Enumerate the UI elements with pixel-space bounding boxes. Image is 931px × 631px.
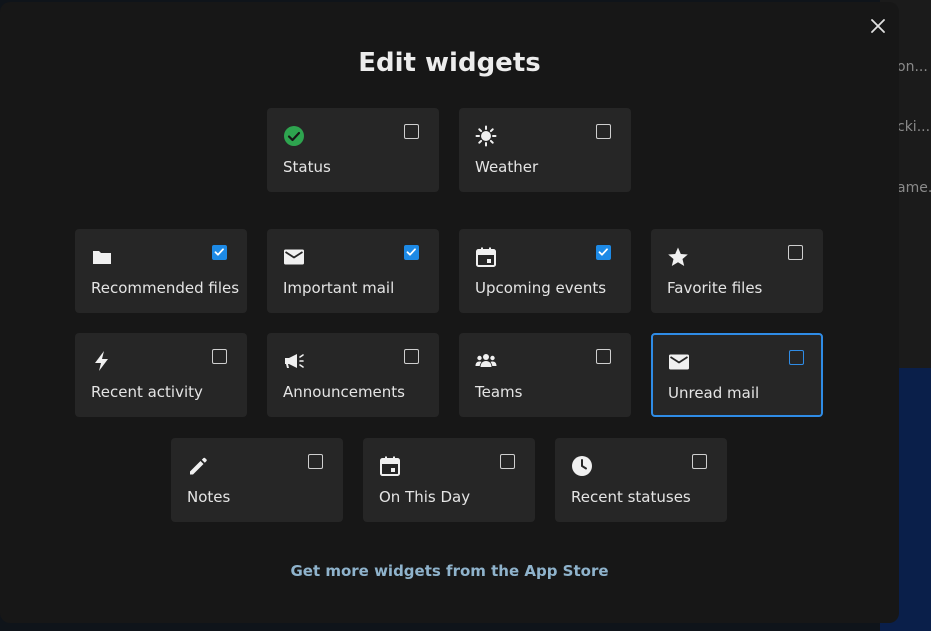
widget-checkbox-recent-activity[interactable] bbox=[212, 349, 227, 364]
widget-card-announcements[interactable]: Announcements bbox=[267, 333, 439, 417]
widget-checkbox-unread-mail[interactable] bbox=[789, 350, 804, 365]
widget-label: Teams bbox=[475, 383, 523, 401]
sun-icon bbox=[475, 125, 497, 147]
megaphone-icon bbox=[283, 350, 305, 372]
widget-label: Status bbox=[283, 158, 331, 176]
widget-checkbox-teams[interactable] bbox=[596, 349, 611, 364]
widget-card-weather[interactable]: Weather bbox=[459, 108, 631, 192]
people-icon bbox=[475, 350, 497, 372]
widget-card-teams[interactable]: Teams bbox=[459, 333, 631, 417]
widget-card-recent-statuses[interactable]: Recent statuses bbox=[555, 438, 727, 522]
calendar-icon bbox=[379, 455, 401, 477]
folder-icon bbox=[91, 246, 113, 268]
widget-label: Notes bbox=[187, 488, 231, 506]
widget-card-recommended-files[interactable]: Recommended files bbox=[75, 229, 247, 313]
mail-icon bbox=[283, 246, 305, 268]
modal-title: Edit widgets bbox=[358, 48, 541, 78]
widget-card-notes[interactable]: Notes bbox=[171, 438, 343, 522]
widget-card-important-mail[interactable]: Important mail bbox=[267, 229, 439, 313]
widget-label: On This Day bbox=[379, 488, 471, 506]
widget-label: Unread mail bbox=[668, 384, 760, 402]
widget-checkbox-announcements[interactable] bbox=[404, 349, 419, 364]
widget-card-status[interactable]: Status bbox=[267, 108, 439, 192]
app-store-link[interactable]: Get more widgets from the App Store bbox=[0, 562, 899, 580]
widget-card-on-this-day[interactable]: On This Day bbox=[363, 438, 535, 522]
checkmark-icon bbox=[598, 248, 608, 256]
widget-card-unread-mail[interactable]: Unread mail bbox=[651, 333, 823, 417]
widget-checkbox-recommended-files[interactable] bbox=[212, 245, 227, 260]
widget-label: Recent activity bbox=[91, 383, 203, 401]
background-text-2: cki... bbox=[897, 119, 931, 135]
widget-checkbox-upcoming-events[interactable] bbox=[596, 245, 611, 260]
widget-checkbox-recent-statuses[interactable] bbox=[692, 454, 707, 469]
star-icon bbox=[667, 246, 689, 268]
widget-checkbox-weather[interactable] bbox=[596, 124, 611, 139]
widget-card-upcoming-events[interactable]: Upcoming events bbox=[459, 229, 631, 313]
check-circle-icon bbox=[283, 125, 305, 147]
edit-widgets-modal: Edit widgets Status Weather Recommended fi… bbox=[0, 2, 899, 623]
widget-checkbox-favorite-files[interactable] bbox=[788, 245, 803, 260]
widget-label: Announcements bbox=[283, 383, 405, 401]
lightning-icon bbox=[91, 350, 113, 372]
close-button[interactable] bbox=[866, 14, 890, 38]
widget-card-recent-activity[interactable]: Recent activity bbox=[75, 333, 247, 417]
widget-checkbox-on-this-day[interactable] bbox=[500, 454, 515, 469]
widget-label: Favorite files bbox=[667, 279, 763, 297]
checkmark-icon bbox=[214, 248, 224, 256]
checkmark-icon bbox=[406, 248, 416, 256]
pencil-icon bbox=[187, 455, 209, 477]
background-text-1: on... bbox=[897, 59, 928, 75]
calendar-icon bbox=[475, 246, 497, 268]
widget-card-favorite-files[interactable]: Favorite files bbox=[651, 229, 823, 313]
widget-label: Weather bbox=[475, 158, 539, 176]
widget-label: Recent statuses bbox=[571, 488, 691, 506]
widget-checkbox-status[interactable] bbox=[404, 124, 419, 139]
widget-label: Important mail bbox=[283, 279, 395, 297]
widget-label: Upcoming events bbox=[475, 279, 607, 297]
widget-checkbox-notes[interactable] bbox=[308, 454, 323, 469]
close-icon bbox=[871, 19, 885, 33]
background-text-3: ame... bbox=[897, 180, 931, 196]
clock-icon bbox=[571, 455, 593, 477]
widget-checkbox-important-mail[interactable] bbox=[404, 245, 419, 260]
widget-label: Recommended files bbox=[91, 279, 240, 297]
mail-icon bbox=[668, 351, 690, 373]
